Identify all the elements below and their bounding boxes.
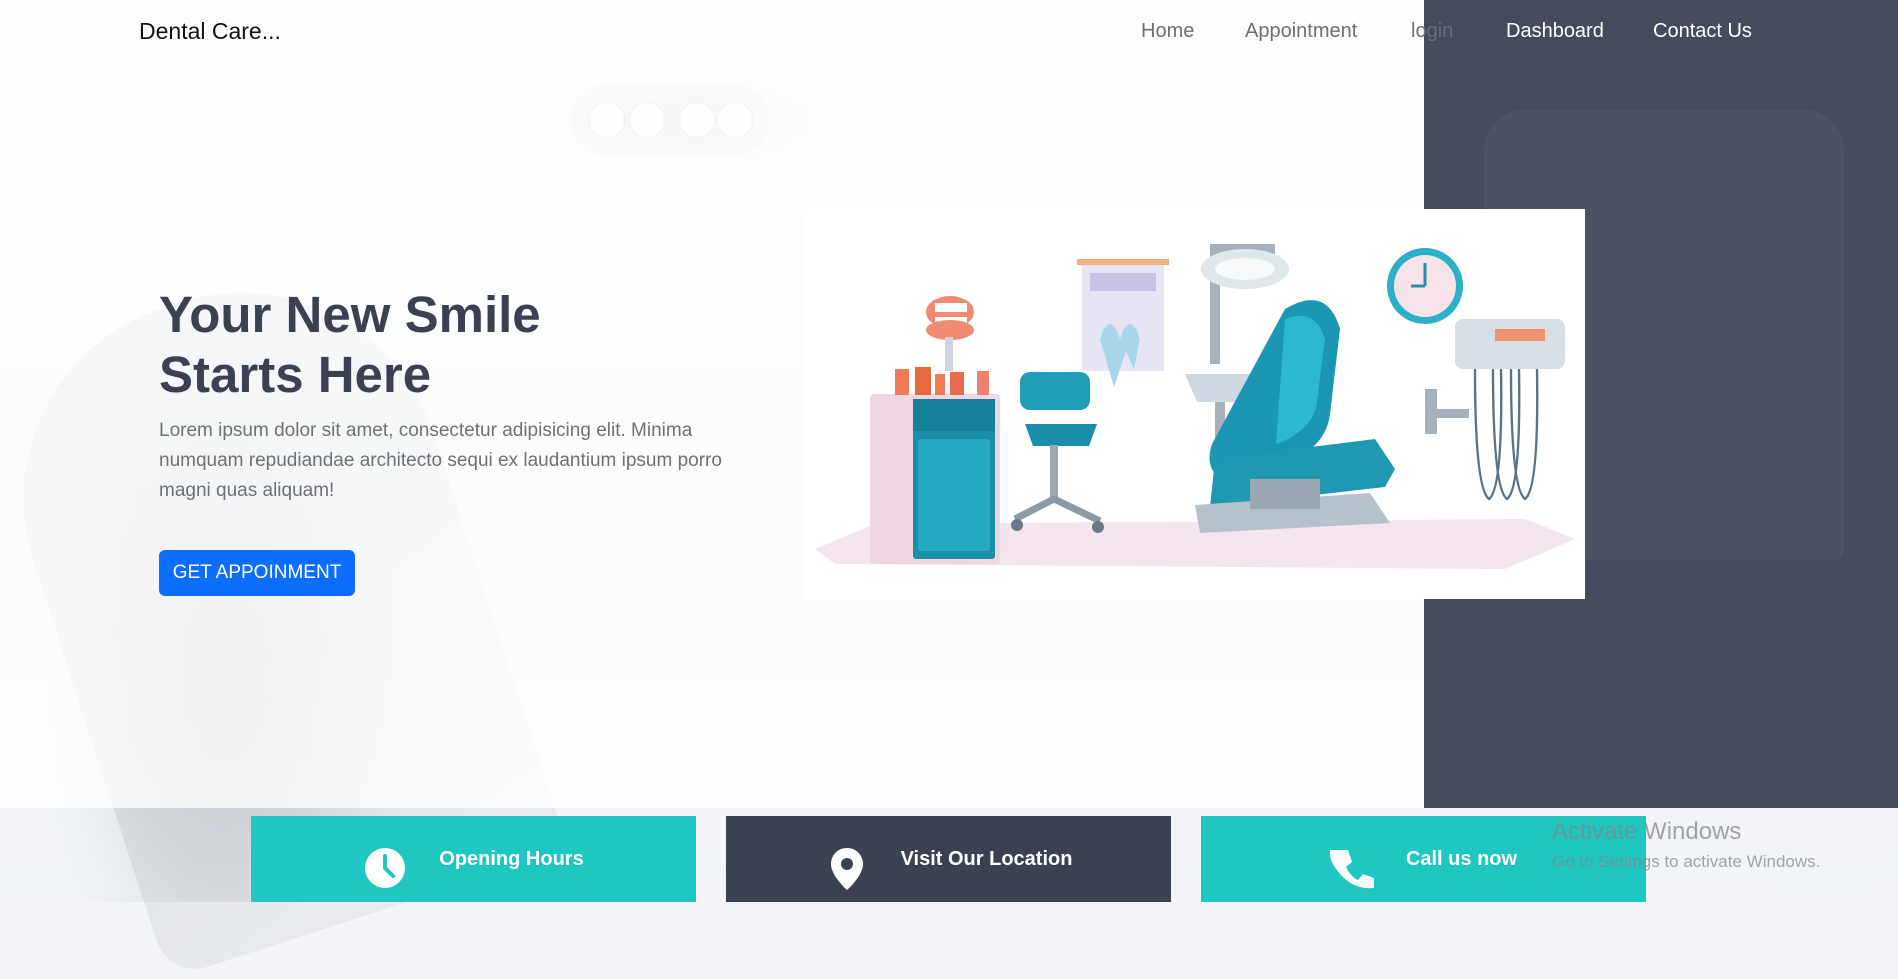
- dental-office-illustration-svg: [815, 244, 1575, 569]
- nav-login[interactable]: login: [1411, 20, 1453, 43]
- get-appointment-button[interactable]: GET APPOINMENT: [159, 550, 355, 596]
- hero-title-line1: Your New Smile: [159, 286, 541, 343]
- phone-icon: [1329, 850, 1374, 889]
- activate-windows-title: Activate Windows: [1552, 818, 1742, 845]
- hero-title: Your New Smile Starts Here: [159, 285, 679, 405]
- hero-title-line2: Starts Here: [159, 346, 432, 403]
- hero-description: Lorem ipsum dolor sit amet, consectetur …: [159, 420, 722, 501]
- card-call-us-label: Call us now: [1405, 848, 1518, 870]
- activate-windows-subtitle: Go to Settings to activate Windows.: [1552, 852, 1821, 871]
- main-nav: Home Appointment login Dashboard Contact…: [0, 20, 1898, 50]
- location-pin-icon: [830, 848, 863, 890]
- nav-dashboard[interactable]: Dashboard: [1506, 20, 1604, 43]
- dental-office-illustration: [805, 209, 1585, 599]
- card-opening-hours[interactable]: Opening Hours: [251, 816, 696, 902]
- nav-contact[interactable]: Contact Us: [1653, 20, 1752, 43]
- nav-home[interactable]: Home: [1141, 20, 1194, 43]
- card-visit-location[interactable]: Visit Our Location: [726, 816, 1171, 902]
- card-opening-hours-label: Opening Hours: [439, 848, 584, 870]
- clock-icon: [365, 848, 406, 888]
- nav-appointment[interactable]: Appointment: [1245, 20, 1357, 43]
- card-visit-location-label: Visit Our Location: [900, 848, 1073, 870]
